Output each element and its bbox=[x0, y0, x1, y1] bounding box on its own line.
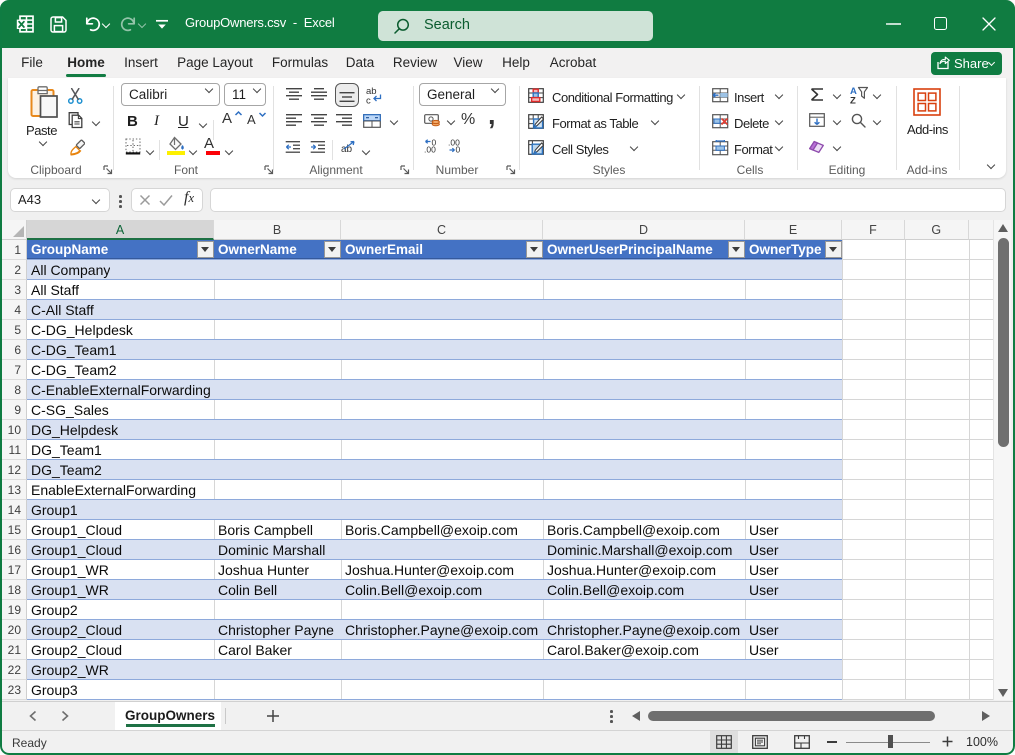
svg-text:.00: .00 bbox=[424, 145, 436, 155]
svg-text:Z: Z bbox=[850, 96, 856, 105]
svg-text:A: A bbox=[222, 110, 232, 127]
svg-text:c: c bbox=[366, 96, 371, 106]
svg-text:ab: ab bbox=[341, 144, 353, 155]
svg-text:0: 0 bbox=[456, 145, 461, 155]
svg-text:A: A bbox=[247, 112, 256, 127]
